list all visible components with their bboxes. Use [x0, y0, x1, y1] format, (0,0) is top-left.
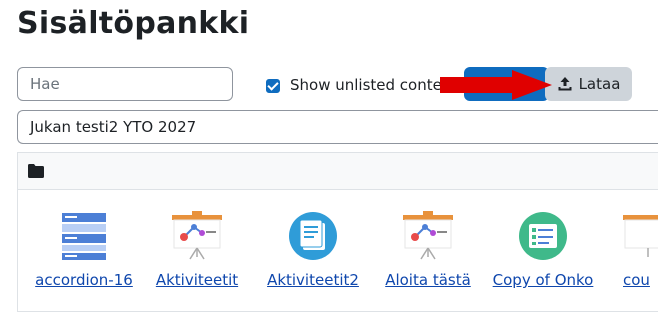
- content-item[interactable]: Aktiviteetit: [137, 211, 257, 289]
- content-item[interactable]: accordion-16: [24, 211, 144, 289]
- upload-button[interactable]: Lataa: [545, 67, 632, 101]
- presentation-icon: [403, 211, 453, 260]
- panel-header: [18, 153, 658, 190]
- presentation-icon: [623, 215, 658, 257]
- show-unlisted-toggle[interactable]: Show unlisted conten: [266, 76, 442, 98]
- content-item[interactable]: Aloita tästä: [368, 211, 488, 289]
- content-item-label[interactable]: Aktiviteetit: [137, 271, 257, 289]
- content-item-label[interactable]: accordion-16: [24, 271, 144, 289]
- content-item-label[interactable]: Aktiviteetit2: [253, 271, 373, 289]
- context-selector[interactable]: Jukan testi2 YTO 2027: [17, 110, 658, 144]
- presentation-icon: [172, 211, 222, 260]
- show-unlisted-label: Show unlisted conten: [290, 76, 442, 94]
- folder-icon[interactable]: [28, 164, 44, 178]
- content-item[interactable]: cou: [568, 211, 658, 289]
- content-item-label[interactable]: cou: [623, 271, 658, 289]
- content-item-label[interactable]: Aloita tästä: [368, 271, 488, 289]
- show-unlisted-checkbox[interactable]: [266, 79, 280, 93]
- upload-label: Lataa: [578, 75, 621, 93]
- accordion-icon: [62, 213, 106, 260]
- search-input[interactable]: [17, 67, 233, 101]
- form-icon: [519, 212, 567, 260]
- content-bank-panel: accordion-16 Aktiviteetit Aktiviteetit2 …: [17, 152, 658, 312]
- content-item[interactable]: Aktiviteetit2: [253, 211, 373, 289]
- upload-icon: [558, 77, 572, 91]
- red-arrow-icon: [440, 70, 552, 100]
- document-icon: [289, 212, 337, 260]
- page-title: Sisältöpankki: [17, 6, 250, 41]
